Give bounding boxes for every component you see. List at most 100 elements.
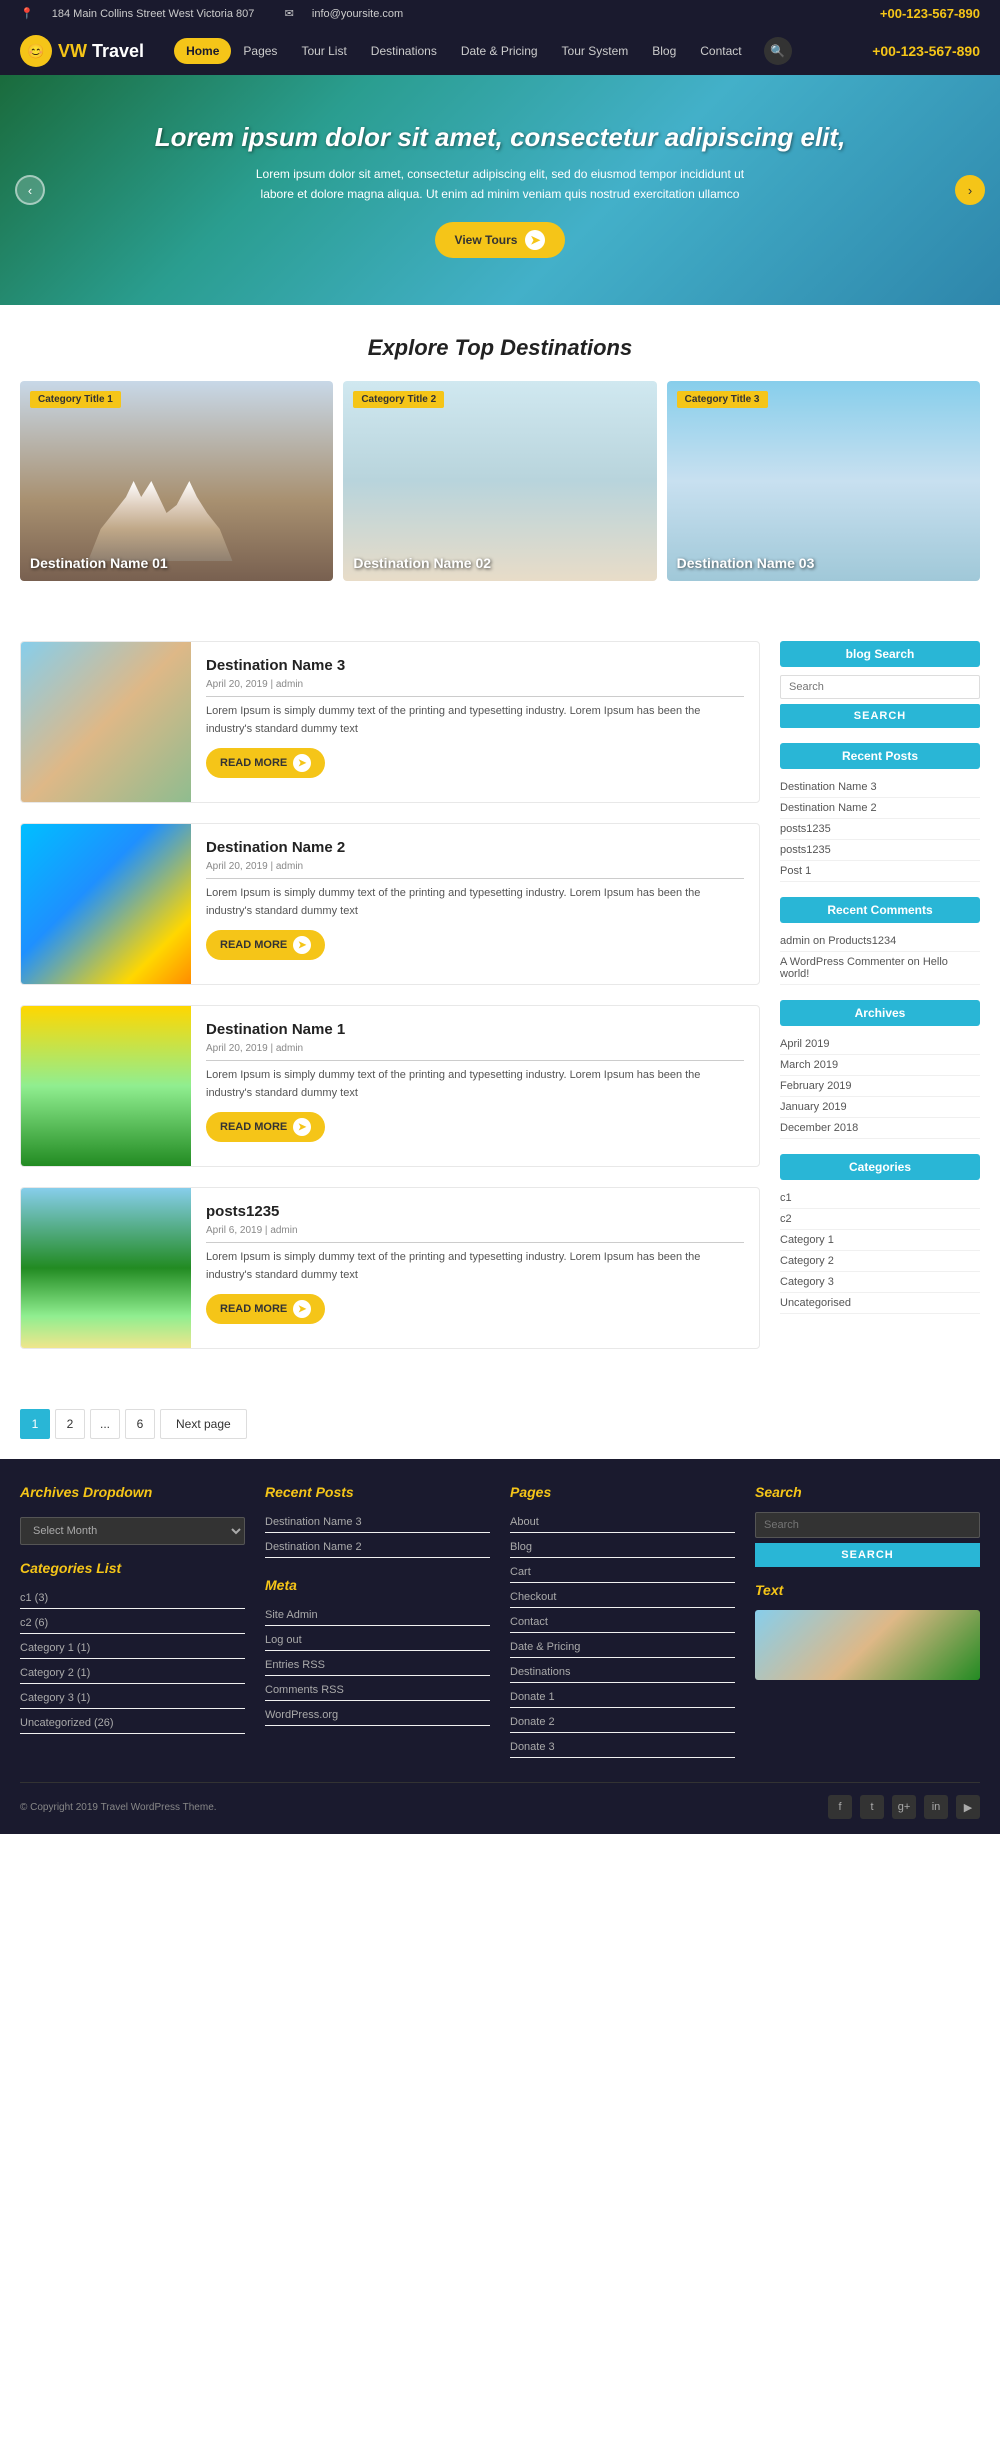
main-nav: Home Pages Tour List Destinations Date &… — [174, 37, 852, 65]
recent-comment-link-1[interactable]: admin on Products1234 — [780, 935, 896, 947]
page-btn-6[interactable]: 6 — [125, 1409, 155, 1439]
sidebar-recent-comments-list: admin on Products1234 A WordPress Commen… — [780, 931, 980, 985]
social-googleplus-icon[interactable]: g+ — [892, 1795, 916, 1819]
hero-cta-label: View Tours — [455, 233, 518, 247]
list-item: Destination Name 3 — [265, 1512, 490, 1533]
footer-meta-comments-rss[interactable]: Comments RSS — [265, 1684, 344, 1696]
category-link-4[interactable]: Category 2 — [780, 1255, 834, 1267]
nav-tour-list[interactable]: Tour List — [289, 38, 358, 64]
destination-card-1[interactable]: Category Title 1 Destination Name 01 — [20, 381, 333, 581]
footer-page-contact[interactable]: Contact — [510, 1616, 548, 1628]
list-item: Cart — [510, 1562, 735, 1583]
search-icon: 🔍 — [770, 44, 785, 58]
recent-post-link-3[interactable]: posts1235 — [780, 823, 831, 835]
blog-post-3-read-more[interactable]: READ MORE ➤ — [206, 1112, 325, 1142]
archive-link-3[interactable]: February 2019 — [780, 1080, 852, 1092]
social-twitter-icon[interactable]: t — [860, 1795, 884, 1819]
footer-meta-wordpress[interactable]: WordPress.org — [265, 1709, 338, 1721]
footer-meta-site-admin[interactable]: Site Admin — [265, 1609, 318, 1621]
footer-cat-link-1[interactable]: c1 (3) — [20, 1592, 48, 1604]
footer-page-cart[interactable]: Cart — [510, 1566, 531, 1578]
footer-search-input[interactable] — [755, 1512, 980, 1538]
read-more-1-arrow: ➤ — [293, 754, 311, 772]
footer-page-about[interactable]: About — [510, 1516, 539, 1528]
blog-post-3-meta: April 20, 2019 | admin — [206, 1043, 744, 1054]
category-link-6[interactable]: Uncategorised — [780, 1297, 851, 1309]
footer-page-checkout[interactable]: Checkout — [510, 1591, 556, 1603]
nav-contact[interactable]: Contact — [688, 38, 753, 64]
recent-post-link-1[interactable]: Destination Name 3 — [780, 781, 877, 793]
category-link-1[interactable]: c1 — [780, 1192, 792, 1204]
archive-link-5[interactable]: December 2018 — [780, 1122, 858, 1134]
archive-link-4[interactable]: January 2019 — [780, 1101, 847, 1113]
social-youtube-icon[interactable]: ▶ — [956, 1795, 980, 1819]
blog-post-1-read-more[interactable]: READ MORE ➤ — [206, 748, 325, 778]
nav-search-button[interactable]: 🔍 — [764, 37, 792, 65]
list-item: Site Admin — [265, 1605, 490, 1626]
page-btn-2[interactable]: 2 — [55, 1409, 85, 1439]
footer-cat-link-5[interactable]: Category 3 (1) — [20, 1692, 90, 1704]
nav-date-pricing[interactable]: Date & Pricing — [449, 38, 550, 64]
blog-post-2-meta: April 20, 2019 | admin — [206, 861, 744, 872]
sidebar-recent-posts-title: Recent Posts — [780, 743, 980, 769]
nav-destinations[interactable]: Destinations — [359, 38, 449, 64]
page-btn-1[interactable]: 1 — [20, 1409, 50, 1439]
sidebar-categories-list: c1 c2 Category 1 Category 2 Category 3 U… — [780, 1188, 980, 1314]
recent-post-link-4[interactable]: posts1235 — [780, 844, 831, 856]
blog-post-2-read-more[interactable]: READ MORE ➤ — [206, 930, 325, 960]
archive-link-1[interactable]: April 2019 — [780, 1038, 830, 1050]
social-linkedin-icon[interactable]: in — [924, 1795, 948, 1819]
blog-post-1-thumbnail — [21, 642, 191, 802]
blog-post-4-divider — [206, 1242, 744, 1243]
footer-text-image — [755, 1610, 980, 1680]
sidebar-search-input[interactable] — [780, 675, 980, 699]
footer-page-destinations[interactable]: Destinations — [510, 1666, 571, 1678]
page-btn-next[interactable]: Next page — [160, 1409, 247, 1439]
blog-section: Destination Name 3 April 20, 2019 | admi… — [0, 641, 1000, 1399]
footer-recent-post-1[interactable]: Destination Name 3 — [265, 1516, 362, 1528]
footer-cat-link-2[interactable]: c2 (6) — [20, 1617, 48, 1629]
footer-search-button[interactable]: SEARCH — [755, 1543, 980, 1567]
sidebar-search-button[interactable]: SEARCH — [780, 704, 980, 728]
page-btn-dots[interactable]: ... — [90, 1409, 120, 1439]
list-item: Uncategorised — [780, 1293, 980, 1314]
category-link-2[interactable]: c2 — [780, 1213, 792, 1225]
recent-post-link-2[interactable]: Destination Name 2 — [780, 802, 877, 814]
destination-card-3[interactable]: Category Title 3 Destination Name 03 — [667, 381, 980, 581]
footer-recent-post-2[interactable]: Destination Name 2 — [265, 1541, 362, 1553]
footer-page-donate-2[interactable]: Donate 2 — [510, 1716, 555, 1728]
footer-cat-link-4[interactable]: Category 2 (1) — [20, 1667, 90, 1679]
list-item: admin on Products1234 — [780, 931, 980, 952]
recent-comment-link-2[interactable]: A WordPress Commenter on Hello world! — [780, 956, 948, 980]
footer-month-select[interactable]: Select Month — [20, 1517, 245, 1545]
destination-card-2[interactable]: Category Title 2 Destination Name 02 — [343, 381, 656, 581]
nav-pages[interactable]: Pages — [231, 38, 289, 64]
blog-post-4-image — [21, 1188, 191, 1348]
footer-cat-link-3[interactable]: Category 1 (1) — [20, 1642, 90, 1654]
footer-page-donate-1[interactable]: Donate 1 — [510, 1691, 555, 1703]
footer-page-blog[interactable]: Blog — [510, 1541, 532, 1553]
category-link-5[interactable]: Category 3 — [780, 1276, 834, 1288]
dest-card-2-category: Category Title 2 — [353, 391, 444, 408]
social-facebook-icon[interactable]: f — [828, 1795, 852, 1819]
nav-blog[interactable]: Blog — [640, 38, 688, 64]
blog-post-4-read-more[interactable]: READ MORE ➤ — [206, 1294, 325, 1324]
footer-page-date-pricing[interactable]: Date & Pricing — [510, 1641, 580, 1653]
hero-cta-button[interactable]: View Tours ➤ — [435, 222, 566, 258]
header-phone: +00-123-567-890 — [872, 43, 980, 59]
footer-meta-entries-rss[interactable]: Entries RSS — [265, 1659, 325, 1671]
footer-meta-list: Site Admin Log out Entries RSS Comments … — [265, 1605, 490, 1726]
blog-post-2-divider — [206, 878, 744, 879]
list-item: March 2019 — [780, 1055, 980, 1076]
footer-page-donate-3[interactable]: Donate 3 — [510, 1741, 555, 1753]
nav-tour-system[interactable]: Tour System — [550, 38, 641, 64]
archive-link-2[interactable]: March 2019 — [780, 1059, 838, 1071]
nav-home[interactable]: Home — [174, 38, 231, 64]
hero-prev-arrow[interactable]: ‹ — [15, 175, 45, 205]
copyright-text: © Copyright 2019 Travel WordPress Theme. — [20, 1802, 217, 1813]
hero-next-arrow[interactable]: › — [955, 175, 985, 205]
footer-cat-link-6[interactable]: Uncategorized (26) — [20, 1717, 114, 1729]
category-link-3[interactable]: Category 1 — [780, 1234, 834, 1246]
footer-meta-logout[interactable]: Log out — [265, 1634, 302, 1646]
recent-post-link-5[interactable]: Post 1 — [780, 865, 811, 877]
